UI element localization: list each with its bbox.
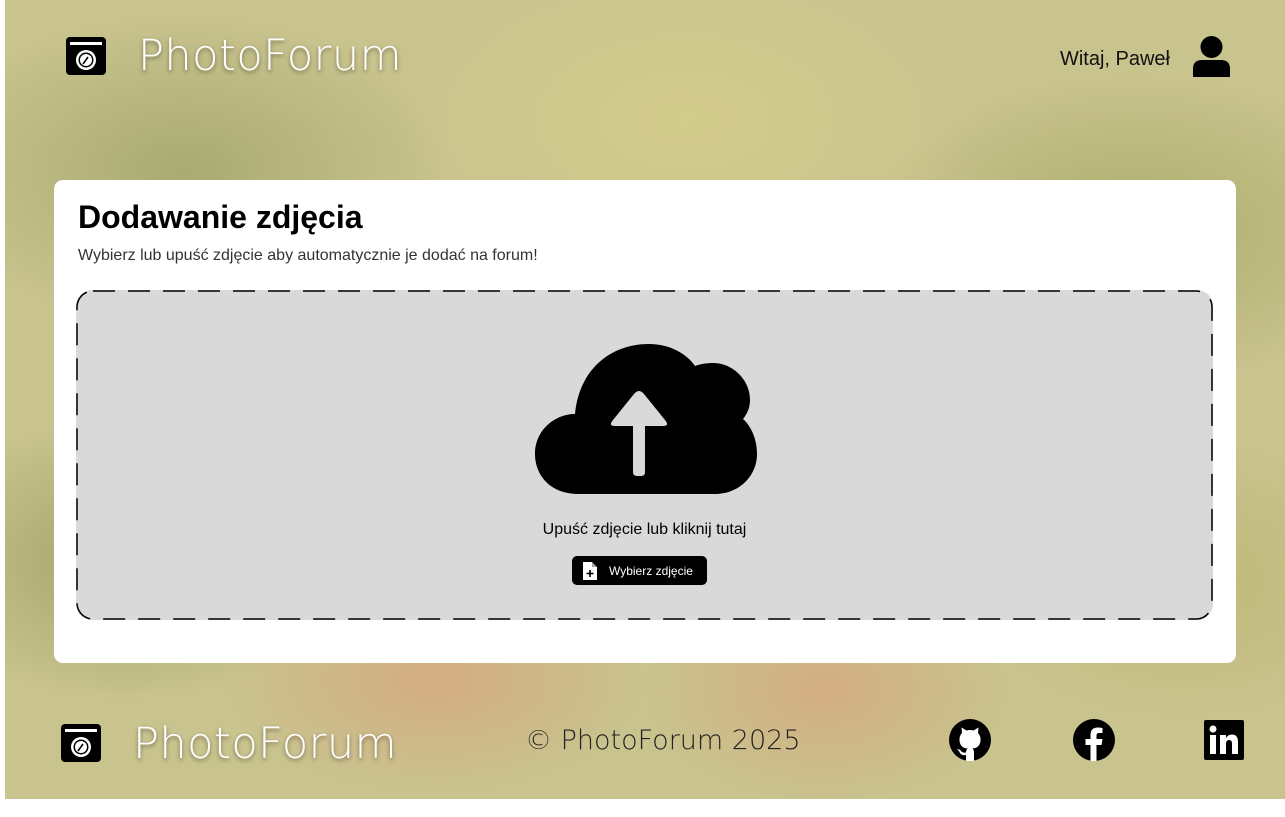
page-subtitle: Wybierz lub upuść zdjęcie aby automatycz… [78, 247, 538, 264]
facebook-icon[interactable] [1073, 719, 1115, 761]
footer-brand[interactable]: PhotoForum [133, 718, 397, 770]
copyright-text: © PhotoForum 2025 [525, 725, 801, 756]
file-dropzone[interactable]: Upuść zdjęcie lub kliknij tutaj Wybierz … [76, 290, 1213, 620]
site-brand[interactable]: PhotoForum [138, 30, 402, 82]
select-photo-button[interactable]: Wybierz zdjęcie [572, 556, 707, 585]
file-add-icon [583, 561, 597, 580]
cloud-upload-icon [535, 342, 757, 494]
select-photo-label: Wybierz zdjęcie [609, 563, 693, 578]
upload-card: Dodawanie zdjęcia Wybierz lub upuść zdję… [54, 180, 1236, 663]
page-title: Dodawanie zdjęcia [78, 199, 363, 235]
user-greeting: Witaj, Paweł [1059, 48, 1170, 70]
dropzone-label: Upuść zdjęcie lub kliknij tutaj [542, 521, 747, 538]
github-icon[interactable] [949, 719, 991, 761]
linkedin-icon[interactable] [1204, 720, 1244, 760]
camera-icon[interactable] [61, 724, 101, 762]
camera-icon[interactable] [66, 37, 106, 75]
user-icon[interactable] [1193, 36, 1230, 77]
